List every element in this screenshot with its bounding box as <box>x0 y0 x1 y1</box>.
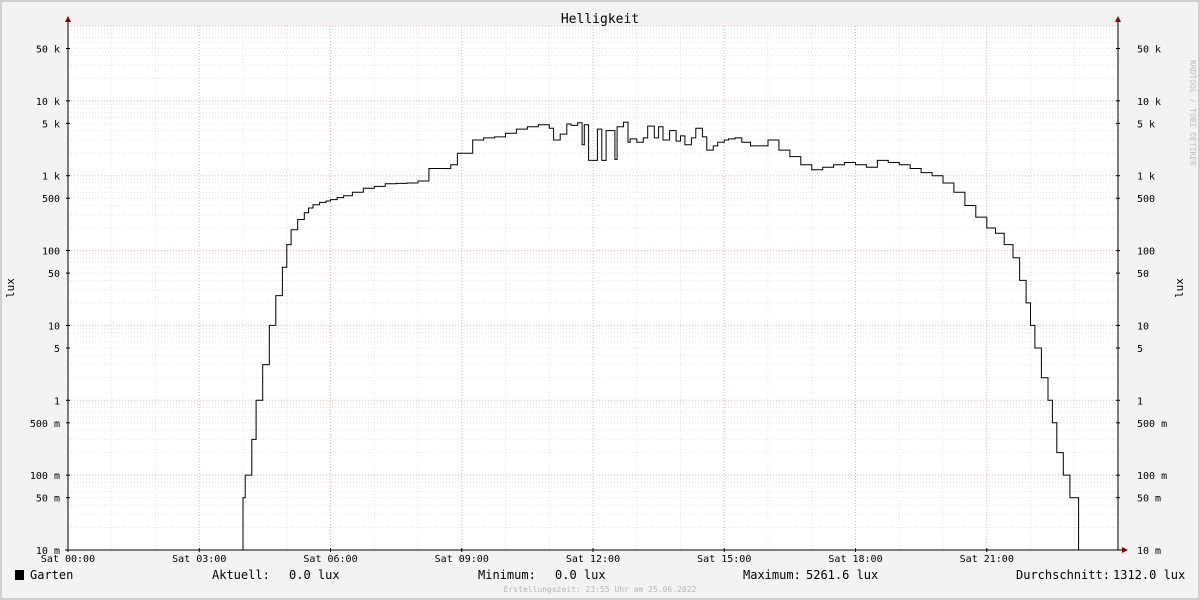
y-tick-label-left: 500 m <box>30 419 60 430</box>
y-tick-label-left: 5 k <box>42 119 60 130</box>
x-tick-label: Sat 21:00 <box>960 554 1014 565</box>
y-tick-label-right: 100 <box>1137 247 1155 258</box>
legend-avg-label: Durchschnitt: <box>1016 568 1110 582</box>
x-tick-label: Sat 12:00 <box>566 554 620 565</box>
legend-max-label: Maximum: <box>743 568 801 582</box>
legend-min-label: Minimum: <box>478 568 536 582</box>
footer-timestamp: Erstellungszeit: 23:55 Uhr am 25.06.2022 <box>504 585 697 594</box>
y-tick-label-right: 100 m <box>1137 471 1167 482</box>
y-tick-label-right: 10 k <box>1137 97 1161 108</box>
y-tick-label-right: 5 k <box>1137 119 1155 130</box>
legend-min-value: 0.0 lux <box>555 568 606 582</box>
y-tick-label-right: 500 <box>1137 194 1155 205</box>
y-tick-label-right: 50 <box>1137 269 1149 280</box>
legend-current-label: Aktuell: <box>212 568 270 582</box>
x-tick-label: Sat 18:00 <box>828 554 882 565</box>
x-tick-label: Sat 03:00 <box>172 554 226 565</box>
y-tick-label-right: 500 m <box>1137 419 1167 430</box>
y-tick-label-right: 50 m <box>1137 494 1161 505</box>
y-tick-label-left: 10 <box>48 321 60 332</box>
legend-current-value: 0.0 lux <box>289 568 340 582</box>
y-tick-label-right: 10 <box>1137 321 1149 332</box>
y-tick-label-right: 1 k <box>1137 172 1155 183</box>
y-tick-label-left: 5 <box>54 344 60 355</box>
y-axis-label-right: lux <box>1173 278 1186 298</box>
x-tick-label: Sat 15:00 <box>697 554 751 565</box>
y-tick-label-left: 100 <box>42 247 60 258</box>
y-tick-label-left: 10 k <box>36 97 60 108</box>
legend-swatch <box>15 570 24 580</box>
y-tick-label-right: 1 <box>1137 396 1143 407</box>
legend-series-name: Garten <box>30 568 73 582</box>
brightness-chart: Sat 00:00 Sat 03:00 Sat 06:00 Sat 09:00 Sat … <box>0 0 1200 600</box>
y-tick-label-left: 500 <box>42 194 60 205</box>
chart-title: Helligkeit <box>561 12 639 27</box>
y-tick-label-left: 1 k <box>42 172 60 183</box>
y-tick-label-left: 50 k <box>36 45 60 56</box>
y-tick-label-left: 100 m <box>30 471 60 482</box>
y-tick-label-left: 1 <box>54 396 60 407</box>
legend-avg-value: 1312.0 lux <box>1113 568 1185 582</box>
y-tick-label-right: 50 k <box>1137 45 1161 56</box>
watermark: RRDTOOL / TOBI OETIKER <box>1188 60 1197 166</box>
y-tick-label-left: 50 <box>48 269 60 280</box>
y-axis-label-left: lux <box>4 278 17 298</box>
y-tick-label-left: 50 m <box>36 494 60 505</box>
y-tick-label-right: 10 m <box>1137 546 1161 557</box>
y-tick-label-left: 10 m <box>36 546 60 557</box>
x-tick-label: Sat 06:00 <box>303 554 357 565</box>
x-tick-label: Sat 09:00 <box>435 554 489 565</box>
y-tick-label-right: 5 <box>1137 344 1143 355</box>
legend-max-value: 5261.6 lux <box>806 568 878 582</box>
